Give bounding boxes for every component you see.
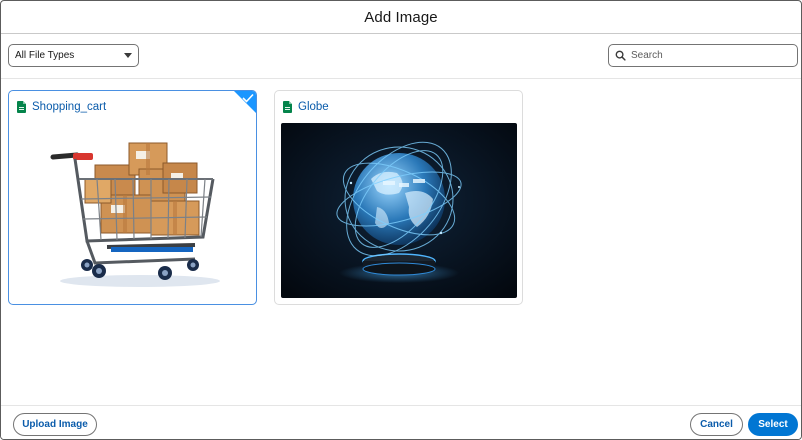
shopping-cart-thumbnail xyxy=(15,123,251,298)
file-type-select-value: All File Types xyxy=(15,50,75,61)
cancel-button[interactable]: Cancel xyxy=(690,413,743,436)
checkmark-icon xyxy=(242,93,254,103)
image-file-icon xyxy=(283,101,292,113)
file-name: Shopping_cart xyxy=(32,101,107,113)
file-type-select[interactable]: All File Types xyxy=(8,44,139,67)
chevron-down-icon xyxy=(124,53,132,58)
search-box[interactable] xyxy=(608,44,798,67)
file-card-title: Shopping_cart xyxy=(17,100,106,114)
globe-thumbnail xyxy=(281,123,517,298)
select-button[interactable]: Select xyxy=(748,413,798,436)
toolbar: All File Types xyxy=(1,34,801,79)
file-card-title: Globe xyxy=(283,100,329,114)
add-image-modal: Add Image All File Types Search Shopping… xyxy=(0,0,802,440)
image-file-icon xyxy=(17,101,26,113)
upload-image-button[interactable]: Upload Image xyxy=(13,413,97,436)
search-input[interactable] xyxy=(631,50,791,61)
search-icon xyxy=(609,45,631,66)
modal-footer: Upload Image Cancel Select xyxy=(1,405,801,439)
modal-header: Add Image xyxy=(1,1,801,34)
modal-title: Add Image xyxy=(364,8,438,26)
file-card-globe[interactable]: Globe xyxy=(274,90,523,305)
file-name: Globe xyxy=(298,101,329,113)
file-card-shopping-cart[interactable]: Shopping_cart xyxy=(8,90,257,305)
